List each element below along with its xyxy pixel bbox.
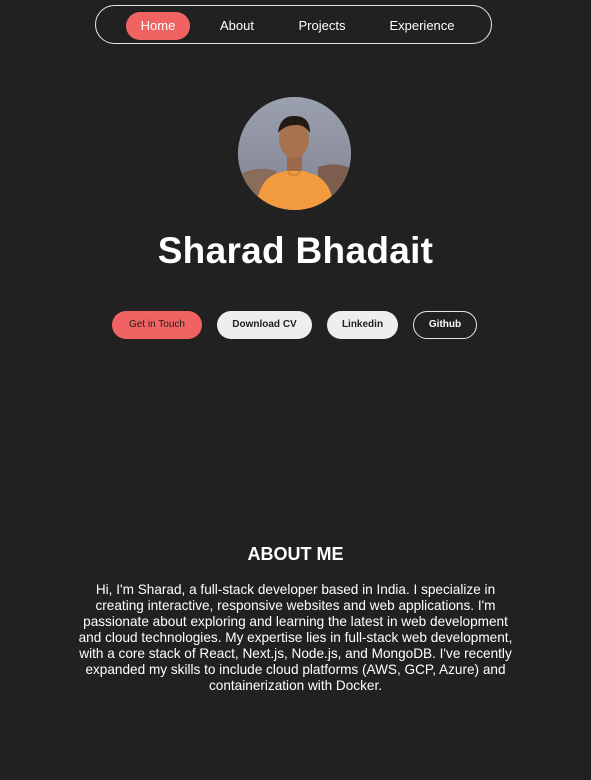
person-portrait-image xyxy=(238,97,351,210)
nav-item-about[interactable]: About xyxy=(206,12,268,40)
hero-name: Sharad Bhadait xyxy=(157,230,434,271)
top-navigation: Home About Projects Experience xyxy=(95,5,492,44)
download-cv-button[interactable]: Download CV xyxy=(217,311,312,339)
get-in-touch-button[interactable]: Get in Touch xyxy=(112,311,202,339)
about-description: Hi, I'm Sharad, a full-stack developer b… xyxy=(78,582,513,693)
nav-item-experience[interactable]: Experience xyxy=(377,12,467,40)
linkedin-button[interactable]: Linkedin xyxy=(327,311,398,339)
nav-item-home[interactable]: Home xyxy=(126,12,190,40)
nav-item-projects[interactable]: Projects xyxy=(287,12,357,40)
profile-photo xyxy=(238,97,351,210)
github-button[interactable]: Github xyxy=(413,311,477,339)
about-section-title: ABOUT ME xyxy=(247,544,344,564)
